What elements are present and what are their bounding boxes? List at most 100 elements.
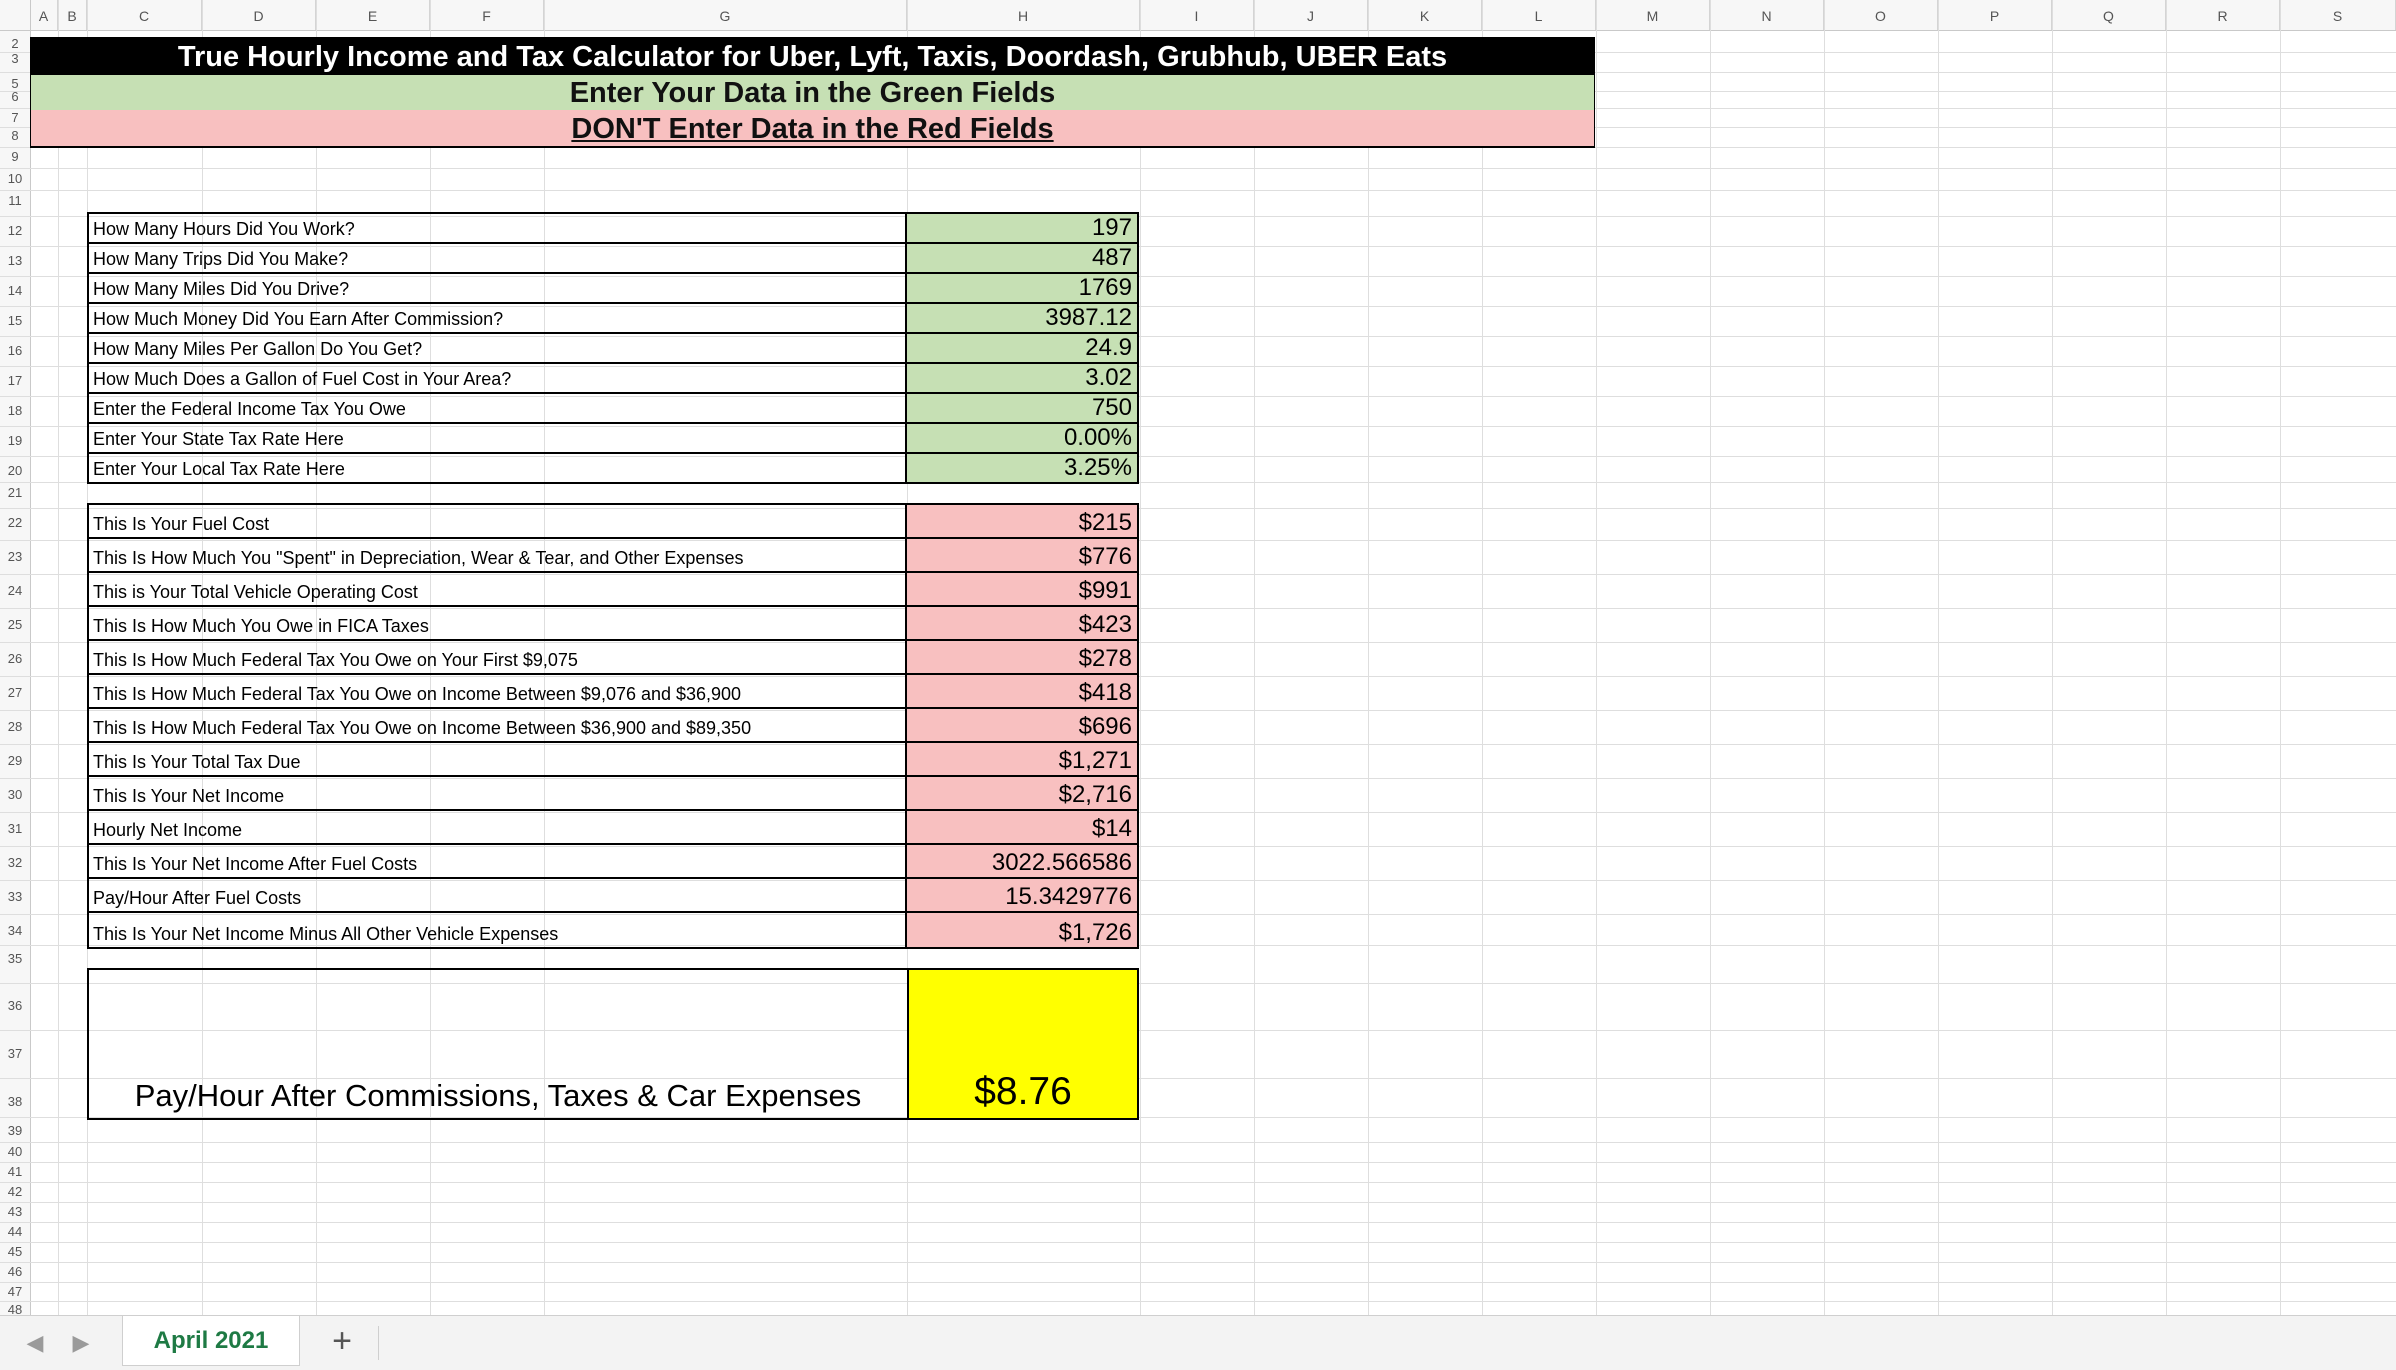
output-value-federal-bracket-3[interactable]: $696	[907, 709, 1137, 741]
column-header-l[interactable]: L	[1482, 0, 1596, 30]
add-sheet-icon[interactable]: +	[318, 1324, 366, 1360]
column-header-a[interactable]: A	[30, 0, 58, 30]
output-value-net-minus-vehicle[interactable]: $1,726	[907, 913, 1137, 947]
row-header-7[interactable]: 7	[0, 109, 30, 127]
output-value-fuel-cost[interactable]: $215	[907, 505, 1137, 537]
table-row[interactable]: This Is Your Net Income $2,716	[89, 777, 1137, 811]
column-header-b[interactable]: B	[58, 0, 87, 30]
previous-sheet-icon[interactable]: ◀	[22, 1330, 48, 1356]
table-row[interactable]: This is Your Total Vehicle Operating Cos…	[89, 573, 1137, 607]
output-value-depreciation[interactable]: $776	[907, 539, 1137, 571]
spreadsheet-grid[interactable]: ABCDEFGHIJKLMNOPQRS 2 3 5 6 7 8 9 10 11 12 13 14 15 1…	[0, 0, 2396, 1315]
table-row[interactable]: Enter Your State Tax Rate Here 0.00%	[89, 424, 1137, 454]
table-row[interactable]: This Is Your Net Income After Fuel Costs…	[89, 845, 1137, 879]
output-value-vehicle-cost[interactable]: $991	[907, 573, 1137, 605]
table-row[interactable]: How Much Does a Gallon of Fuel Cost in Y…	[89, 364, 1137, 394]
input-value-mpg[interactable]: 24.9	[907, 334, 1137, 362]
sheet-tab-april-2021[interactable]: April 2021	[122, 1316, 300, 1366]
input-value-miles[interactable]: 1769	[907, 274, 1137, 302]
row-header-43[interactable]: 43	[0, 1203, 30, 1221]
output-value-hourly-net[interactable]: $14	[907, 811, 1137, 843]
column-header-p[interactable]: P	[1938, 0, 2052, 30]
input-value-fuel-price[interactable]: 3.02	[907, 364, 1137, 392]
column-header-q[interactable]: Q	[2052, 0, 2166, 30]
row-header-38[interactable]: 38	[0, 1093, 30, 1111]
table-row[interactable]: How Many Trips Did You Make? 487	[89, 244, 1137, 274]
table-row[interactable]: This Is How Much Federal Tax You Owe on …	[89, 675, 1137, 709]
row-header-17[interactable]: 17	[0, 372, 30, 390]
column-header-k[interactable]: K	[1368, 0, 1482, 30]
input-value-hours[interactable]: 197	[907, 214, 1137, 242]
table-row[interactable]: How Much Money Did You Earn After Commis…	[89, 304, 1137, 334]
row-header-21[interactable]: 21	[0, 484, 30, 502]
row-header-10[interactable]: 10	[0, 170, 30, 188]
select-all-corner[interactable]	[0, 0, 31, 31]
row-header-23[interactable]: 23	[0, 548, 30, 566]
row-header-34[interactable]: 34	[0, 922, 30, 940]
table-row[interactable]: Enter the Federal Income Tax You Owe 750	[89, 394, 1137, 424]
sheet-title[interactable]: True Hourly Income and Tax Calculator fo…	[30, 37, 1595, 75]
row-header-19[interactable]: 19	[0, 432, 30, 450]
row-header-16[interactable]: 16	[0, 342, 30, 360]
row-header-14[interactable]: 14	[0, 282, 30, 300]
output-value-pay-hour-after-fuel[interactable]: 15.3429776	[907, 879, 1137, 911]
row-header-42[interactable]: 42	[0, 1183, 30, 1201]
column-header-s[interactable]: S	[2280, 0, 2396, 30]
row-header-20[interactable]: 20	[0, 462, 30, 480]
column-header-r[interactable]: R	[2166, 0, 2280, 30]
row-header-30[interactable]: 30	[0, 786, 30, 804]
row-header-47[interactable]: 47	[0, 1283, 30, 1301]
column-header-o[interactable]: O	[1824, 0, 1938, 30]
row-header-22[interactable]: 22	[0, 514, 30, 532]
column-header-j[interactable]: J	[1254, 0, 1368, 30]
row-header-13[interactable]: 13	[0, 252, 30, 270]
column-header-d[interactable]: D	[202, 0, 316, 30]
output-value-net-after-fuel[interactable]: 3022.566586	[907, 845, 1137, 877]
row-header-32[interactable]: 32	[0, 854, 30, 872]
table-row[interactable]: How Many Miles Did You Drive? 1769	[89, 274, 1137, 304]
column-header-h[interactable]: H	[907, 0, 1140, 30]
input-value-earnings[interactable]: 3987.12	[907, 304, 1137, 332]
row-header-46[interactable]: 46	[0, 1263, 30, 1281]
column-header-c[interactable]: C	[87, 0, 202, 30]
table-row[interactable]: This Is Your Net Income Minus All Other …	[89, 913, 1137, 947]
summary-value[interactable]: $8.76	[909, 970, 1137, 1118]
table-row[interactable]: This Is How Much You Owe in FICA Taxes $…	[89, 607, 1137, 641]
green-fields-instruction[interactable]: Enter Your Data in the Green Fields	[30, 75, 1595, 110]
row-header-26[interactable]: 26	[0, 650, 30, 668]
row-header-29[interactable]: 29	[0, 752, 30, 770]
column-header-m[interactable]: M	[1596, 0, 1710, 30]
column-header-n[interactable]: N	[1710, 0, 1824, 30]
table-row[interactable]: Pay/Hour After Fuel Costs 15.3429776	[89, 879, 1137, 913]
output-value-federal-bracket-2[interactable]: $418	[907, 675, 1137, 707]
row-header-15[interactable]: 15	[0, 312, 30, 330]
row-header-48[interactable]: 48	[0, 1301, 30, 1315]
next-sheet-icon[interactable]: ▶	[68, 1330, 94, 1356]
row-header-31[interactable]: 31	[0, 820, 30, 838]
row-header-28[interactable]: 28	[0, 718, 30, 736]
row-header-41[interactable]: 41	[0, 1163, 30, 1181]
row-header-33[interactable]: 33	[0, 888, 30, 906]
row-header-3[interactable]: 3	[0, 50, 30, 68]
output-value-net-income[interactable]: $2,716	[907, 777, 1137, 809]
table-row[interactable]: How Many Hours Did You Work? 197	[89, 214, 1137, 244]
table-row[interactable]: This Is How Much You "Spent" in Deprecia…	[89, 539, 1137, 573]
input-value-local-tax[interactable]: 3.25%	[907, 454, 1137, 482]
summary-label[interactable]: Pay/Hour After Commissions, Taxes & Car …	[89, 970, 909, 1118]
row-header-6[interactable]: 6	[0, 88, 30, 106]
table-row[interactable]: Enter Your Local Tax Rate Here 3.25%	[89, 454, 1137, 482]
row-header-9[interactable]: 9	[0, 148, 30, 166]
row-header-45[interactable]: 45	[0, 1243, 30, 1261]
row-header-37[interactable]: 37	[0, 1045, 30, 1063]
input-value-federal-tax[interactable]: 750	[907, 394, 1137, 422]
row-header-11[interactable]: 11	[0, 192, 30, 210]
output-value-fica[interactable]: $423	[907, 607, 1137, 639]
row-header-12[interactable]: 12	[0, 222, 30, 240]
row-header-18[interactable]: 18	[0, 402, 30, 420]
table-row[interactable]: This Is Your Fuel Cost $215	[89, 505, 1137, 539]
row-header-39[interactable]: 39	[0, 1122, 30, 1140]
column-header-g[interactable]: G	[544, 0, 907, 30]
table-row[interactable]: This Is How Much Federal Tax You Owe on …	[89, 641, 1137, 675]
column-header-f[interactable]: F	[430, 0, 544, 30]
table-row[interactable]: This Is How Much Federal Tax You Owe on …	[89, 709, 1137, 743]
